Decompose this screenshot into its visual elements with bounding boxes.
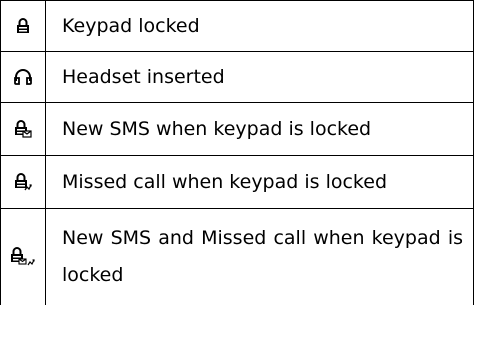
table-row: Missed call when keypad is locked [0,155,474,209]
table-row: Headset inserted [0,51,474,103]
lock-sms-icon [15,120,32,138]
row-description: Keypad locked [45,0,474,52]
table-row: New SMS and Missed call when keypad is l… [0,208,474,305]
headset-icon [14,69,32,85]
icon-cell [0,208,46,305]
lock-sms-missed-call-icon [11,247,35,266]
icon-cell [0,102,46,156]
row-description: Headset inserted [45,51,474,103]
row-description: Missed call when keypad is locked [45,155,474,209]
icon-cell [0,0,46,52]
icon-cell [0,51,46,103]
lock-missed-call-icon [15,172,32,190]
lock-icon [17,18,29,33]
table-row: Keypad locked [0,0,474,52]
row-description: New SMS when keypad is locked [45,102,474,156]
row-description: New SMS and Missed call when keypad is l… [45,208,474,305]
icon-cell [0,155,46,209]
table-row: New SMS when keypad is locked [0,102,474,156]
status-icon-table: Keypad locked Headset inserted New SMS w… [0,0,474,305]
